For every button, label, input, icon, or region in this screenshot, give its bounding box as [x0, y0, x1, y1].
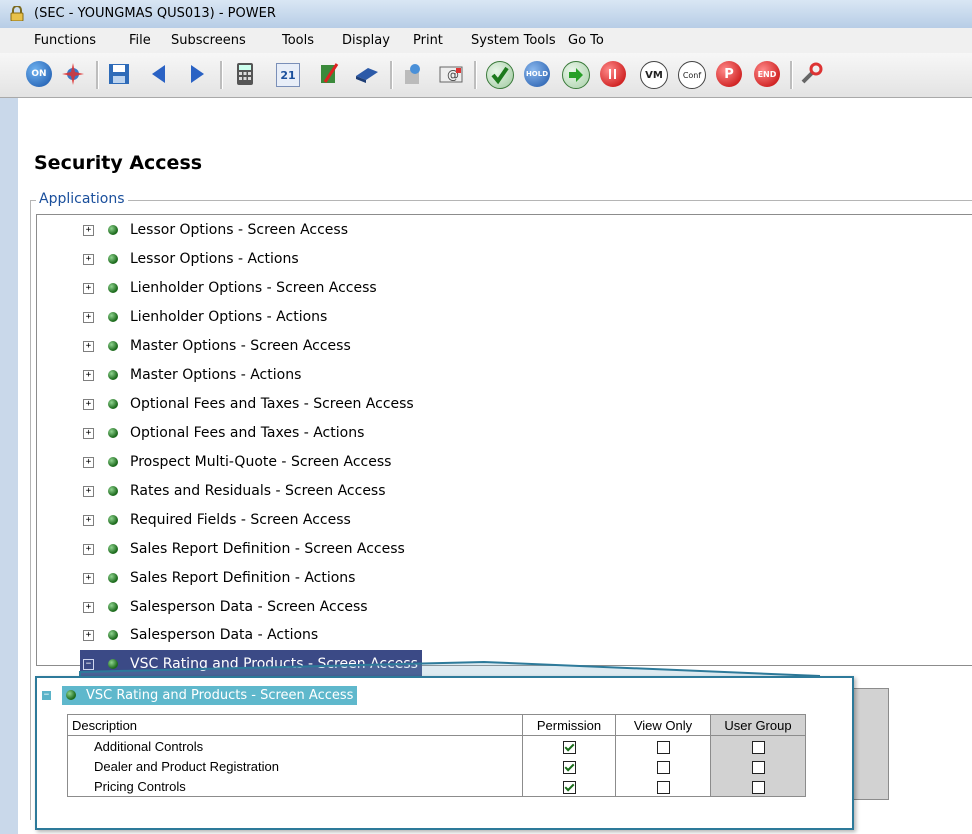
detail-header[interactable]: − VSC Rating and Products - Screen Acces… — [41, 684, 358, 706]
table-row: Additional Controls — [67, 735, 806, 756]
user-group-checkbox[interactable] — [751, 780, 765, 794]
column-header-view-only[interactable]: View Only — [615, 714, 711, 736]
user-group-cell — [710, 735, 806, 756]
view-only-checkbox[interactable] — [656, 780, 670, 794]
user-group-checkbox[interactable] — [751, 760, 765, 774]
column-header-user-group[interactable]: User Group — [710, 714, 806, 736]
view-only-checkbox[interactable] — [656, 760, 670, 774]
column-header-permission[interactable]: Permission — [522, 714, 616, 736]
column-header-description[interactable]: Description — [67, 714, 523, 736]
permission-cell — [522, 776, 616, 797]
user-group-cell — [710, 776, 806, 797]
user-group-cell — [710, 756, 806, 776]
detail-header-text: VSC Rating and Products - Screen Access — [86, 687, 354, 703]
row-description: Pricing Controls — [67, 776, 523, 797]
view-only-cell — [615, 756, 711, 776]
permission-checkbox[interactable] — [562, 780, 576, 794]
permission-checkbox[interactable] — [562, 740, 576, 754]
row-description: Dealer and Product Registration — [67, 756, 523, 776]
permission-checkbox[interactable] — [562, 760, 576, 774]
status-dot-icon — [66, 690, 76, 700]
permission-cell — [522, 756, 616, 776]
table-row: Pricing Controls — [67, 776, 806, 797]
permission-cell — [522, 735, 616, 756]
permissions-table: Description Permission View Only User Gr… — [67, 714, 806, 797]
collapse-icon[interactable]: − — [41, 689, 52, 701]
view-only-cell — [615, 776, 711, 797]
row-description: Additional Controls — [67, 735, 523, 756]
user-group-checkbox[interactable] — [751, 740, 765, 754]
detail-header-label: VSC Rating and Products - Screen Access — [62, 685, 358, 705]
table-header-row: Description Permission View Only User Gr… — [67, 714, 806, 736]
detail-popup: − VSC Rating and Products - Screen Acces… — [35, 676, 854, 830]
view-only-cell — [615, 735, 711, 756]
table-row: Dealer and Product Registration — [67, 756, 806, 776]
view-only-checkbox[interactable] — [656, 740, 670, 754]
